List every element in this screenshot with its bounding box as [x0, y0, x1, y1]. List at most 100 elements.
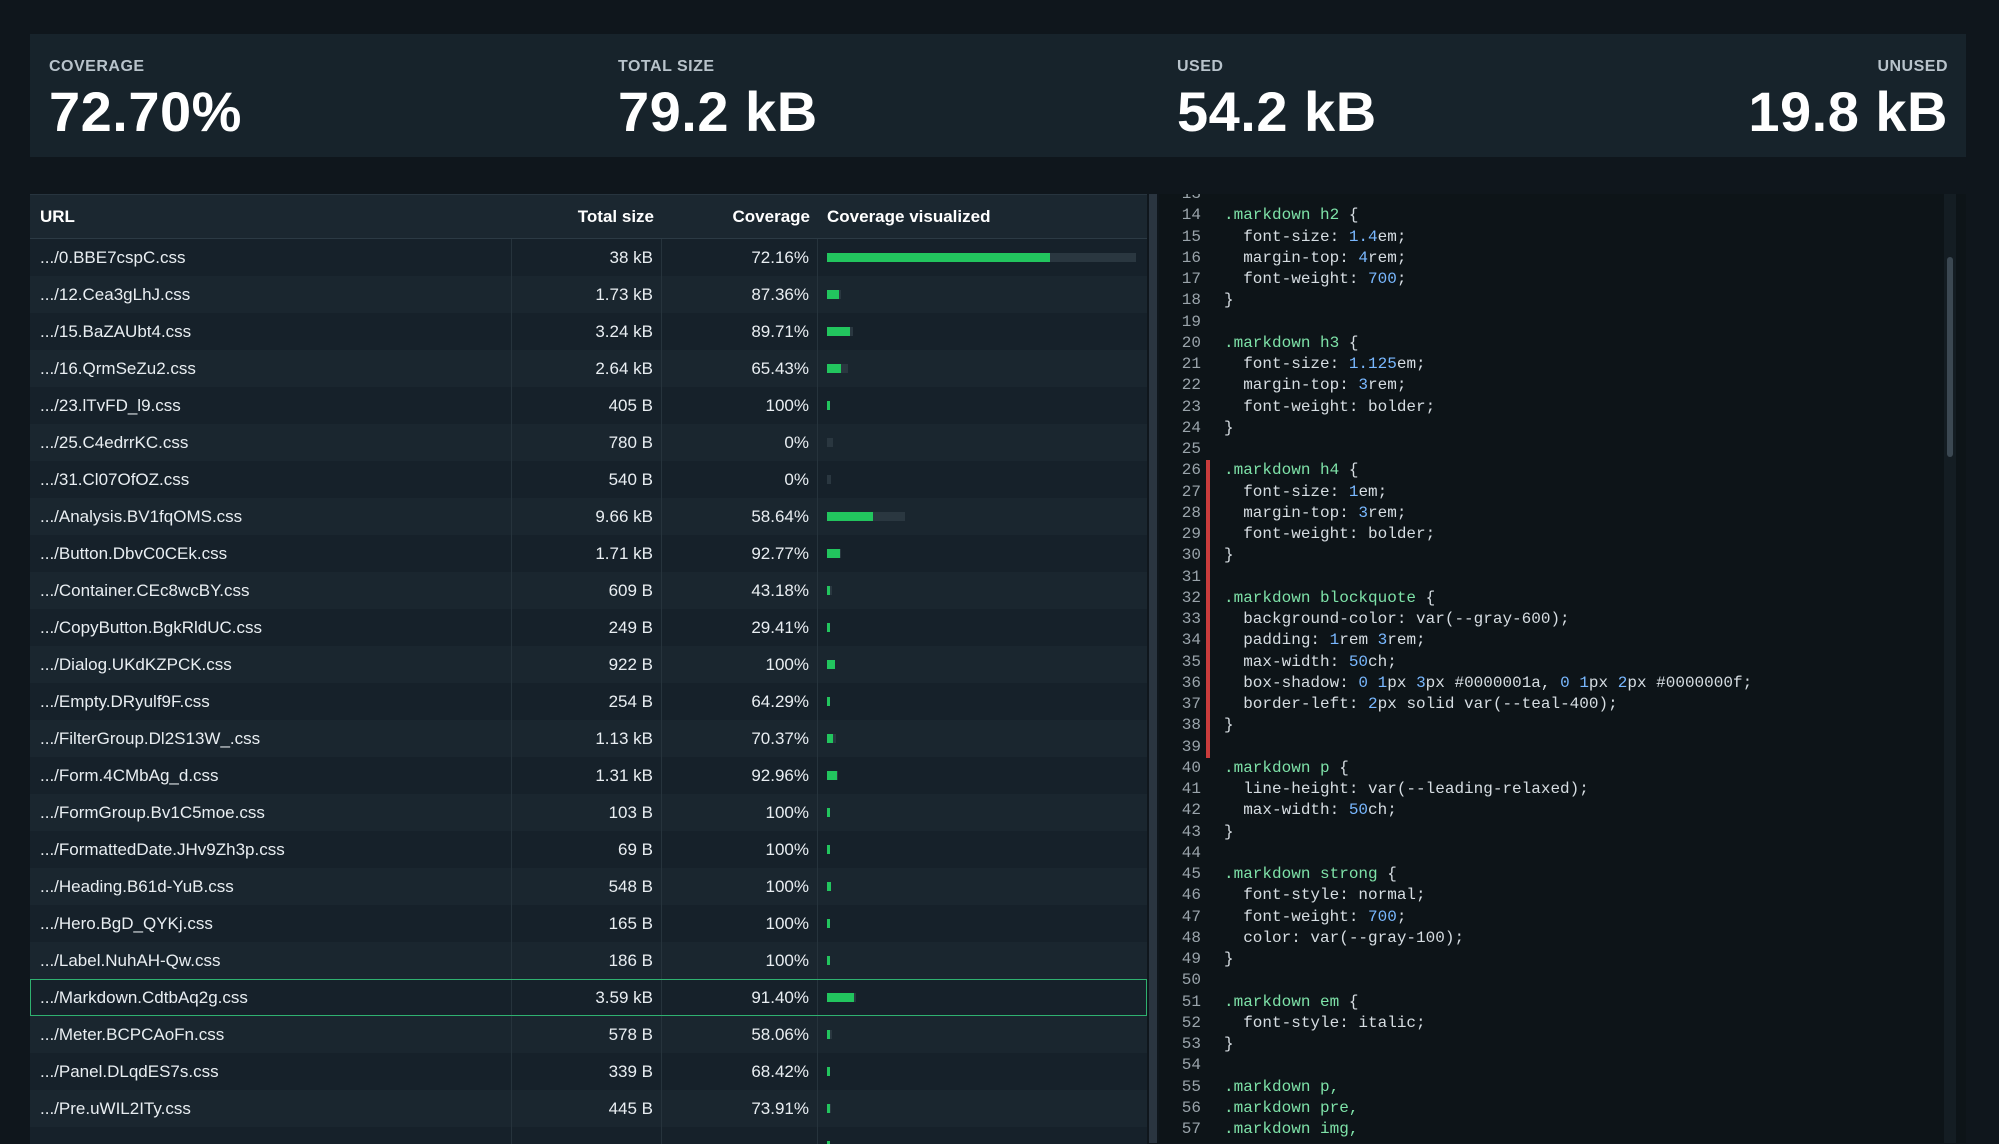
row-coverage: 64.29% — [662, 683, 818, 720]
column-header-total-size[interactable]: Total size — [512, 195, 662, 238]
coverage-bar-track — [827, 512, 905, 521]
code-scrollbar-thumb[interactable] — [1947, 257, 1953, 457]
row-coverage: 87.36% — [662, 276, 818, 313]
code-token: em; — [1377, 227, 1407, 246]
code-token: 1.125 — [1348, 355, 1397, 373]
coverage-gutter — [1206, 312, 1210, 333]
table-row[interactable]: .../Pre.uWIL2ITy.css 445 B 73.91% — [30, 1090, 1147, 1127]
coverage-gutter — [1206, 1013, 1210, 1034]
table-row[interactable]: .../0.BBE7cspC.css 38 kB 72.16% — [30, 239, 1147, 276]
coverage-bar-used — [827, 882, 831, 891]
coverage-bar-used — [827, 808, 830, 817]
unused-code-marker — [1206, 460, 1210, 482]
table-row[interactable]: .../25.C4edrrKC.css 780 B 0% — [30, 424, 1147, 461]
row-total-size: 339 B — [512, 1053, 662, 1090]
row-total-size: 445 B — [512, 1090, 662, 1127]
row-total-size: 405 B — [512, 387, 662, 424]
row-total-size: 165 B — [512, 905, 662, 942]
table-row[interactable]: .../23.lTvFD_l9.css 405 B 100% — [30, 387, 1147, 424]
row-coverage-bar — [818, 794, 1147, 831]
code-line: 53} — [1159, 1034, 1966, 1055]
table-row[interactable]: .../31.Cl07OfOZ.css 540 B 0% — [30, 461, 1147, 498]
code-token: } — [1224, 822, 1234, 841]
row-total-size: 254 B — [512, 683, 662, 720]
table-row[interactable] — [30, 1127, 1147, 1144]
column-header-url[interactable]: URL — [30, 195, 512, 238]
row-url: .../Label.NuhAH-Qw.css — [30, 942, 512, 979]
coverage-bar-track — [827, 956, 830, 965]
row-coverage: 100% — [662, 942, 818, 979]
code-line: 40 .markdown p { — [1159, 758, 1966, 779]
table-row[interactable]: .../15.BaZAUbt4.css 3.24 kB 89.71% — [30, 313, 1147, 350]
row-coverage — [662, 1127, 818, 1144]
stat-unused: UNUSED 19.8 kB — [1748, 58, 1948, 140]
column-header-coverage[interactable]: Coverage — [662, 195, 818, 238]
coverage-gutter — [1206, 227, 1210, 248]
table-row[interactable]: .../Dialog.UKdKZPCK.css 922 B 100% — [30, 646, 1147, 683]
code-token: background-color: var(--gray-600); — [1224, 610, 1570, 628]
code-line: 47 font-weight: 700; — [1159, 907, 1966, 928]
line-number: 19 — [1181, 312, 1201, 331]
code-token: { — [1339, 206, 1359, 225]
code-text: font-weight: bolder; — [1224, 524, 1435, 545]
table-row[interactable]: .../Hero.BgD_QYKj.css 165 B 100% — [30, 905, 1147, 942]
table-row[interactable]: .../CopyButton.BgkRldUC.css 249 B 29.41% — [30, 609, 1147, 646]
code-line: 57 .markdown img, — [1159, 1119, 1966, 1140]
line-number: 34 — [1181, 631, 1201, 650]
row-coverage-bar — [818, 979, 1147, 1016]
code-token: .markdown pre, — [1224, 1098, 1359, 1117]
row-url: .../12.Cea3gLhJ.css — [30, 276, 512, 313]
table-row[interactable]: .../Heading.B61d-YuB.css 548 B 100% — [30, 868, 1147, 905]
column-header-coverage-visualized[interactable]: Coverage visualized — [818, 195, 1147, 238]
row-coverage-bar — [818, 572, 1147, 609]
table-row[interactable]: .../Form.4CMbAg_d.css 1.31 kB 92.96% — [30, 757, 1147, 794]
stat-unused-label: UNUSED — [1877, 58, 1948, 75]
code-token: { — [1329, 758, 1349, 777]
line-number: 45 — [1181, 865, 1201, 883]
coverage-bar-track — [827, 401, 830, 410]
code-token: { — [1339, 992, 1359, 1011]
table-row[interactable]: .../12.Cea3gLhJ.css 1.73 kB 87.36% — [30, 276, 1147, 313]
row-url: .../0.BBE7cspC.css — [30, 239, 512, 276]
table-row[interactable]: .../Markdown.CdtbAq2g.css 3.59 kB 91.40% — [30, 979, 1147, 1016]
panel-resize-handle[interactable] — [1149, 194, 1157, 1143]
table-row[interactable]: .../Label.NuhAH-Qw.css 186 B 100% — [30, 942, 1147, 979]
code-line: 27 font-size: 1em; — [1159, 481, 1966, 503]
source-code-viewer[interactable]: 13 14 .markdown h2 {15 font-size: 1.4em; 16… — [1159, 194, 1966, 1143]
code-token: ; — [1396, 907, 1407, 926]
stat-used-label: USED — [1177, 58, 1224, 75]
code-scrollbar[interactable] — [1944, 194, 1956, 1143]
line-number: 35 — [1181, 652, 1201, 671]
code-line: 15 font-size: 1.4em; — [1159, 227, 1966, 248]
code-token: font-weight: bolder; — [1224, 397, 1436, 416]
row-url: .../16.QrmSeZu2.css — [30, 350, 512, 387]
table-row[interactable]: .../16.QrmSeZu2.css 2.64 kB 65.43% — [30, 350, 1147, 387]
table-row[interactable]: .../Meter.BCPCAoFn.css 578 B 58.06% — [30, 1016, 1147, 1053]
coverage-bar-used — [827, 512, 873, 521]
code-text: font-size: 1.4em; — [1224, 227, 1406, 248]
line-number: 56 — [1181, 1098, 1201, 1117]
row-coverage: 100% — [662, 905, 818, 942]
table-row[interactable]: .../Analysis.BV1fqOMS.css 9.66 kB 58.64% — [30, 498, 1147, 535]
line-number: 15 — [1181, 227, 1201, 246]
row-total-size: 922 B — [512, 646, 662, 683]
row-total-size: 578 B — [512, 1016, 662, 1053]
coverage-gutter — [1206, 290, 1210, 311]
table-row[interactable]: .../Empty.DRyulf9F.css 254 B 64.29% — [30, 683, 1147, 720]
line-number: 20 — [1181, 333, 1201, 352]
row-total-size: 1.71 kB — [512, 535, 662, 572]
table-row[interactable]: .../Button.DbvC0CEk.css 1.71 kB 92.77% — [30, 535, 1147, 572]
coverage-bar-track — [827, 290, 841, 299]
code-text: font-style: normal; — [1224, 885, 1425, 906]
table-row[interactable]: .../FormGroup.Bv1C5moe.css 103 B 100% — [30, 794, 1147, 831]
table-row[interactable]: .../FormattedDate.JHv9Zh3p.css 69 B 100% — [30, 831, 1147, 868]
table-row[interactable]: .../FilterGroup.Dl2S13W_.css 1.13 kB 70.37… — [30, 720, 1147, 757]
code-line: 51 .markdown em { — [1159, 992, 1966, 1013]
line-number: 21 — [1181, 355, 1201, 373]
table-row[interactable]: .../Panel.DLqdES7s.css 339 B 68.42% — [30, 1053, 1147, 1090]
code-text: } — [1224, 822, 1234, 843]
row-url: .../Panel.DLqdES7s.css — [30, 1053, 512, 1090]
coverage-bar-used — [827, 290, 839, 299]
row-coverage-bar — [818, 720, 1147, 757]
table-row[interactable]: .../Container.CEc8wcBY.css 609 B 43.18% — [30, 572, 1147, 609]
